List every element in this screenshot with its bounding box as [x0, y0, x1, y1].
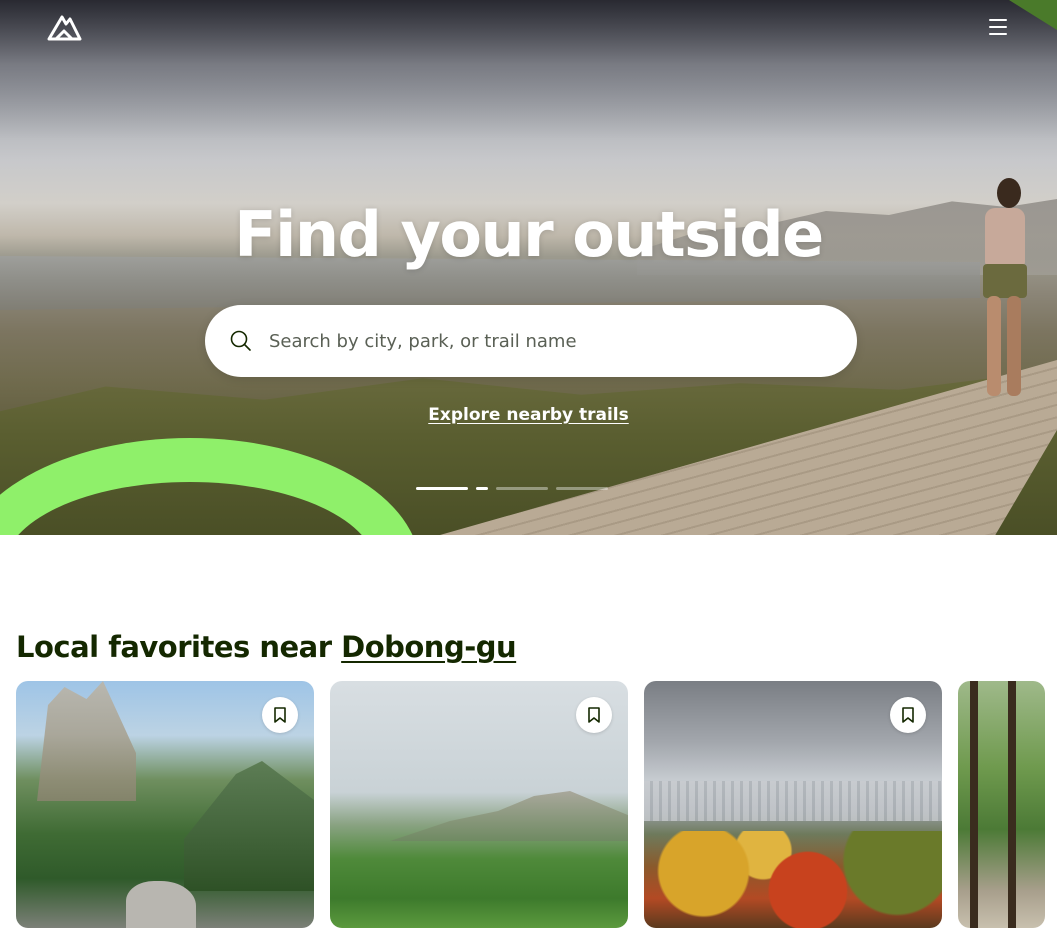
carousel-indicator [416, 487, 608, 490]
hamburger-menu-icon[interactable] [985, 16, 1011, 38]
search-bar[interactable] [205, 305, 857, 377]
trail-card-4[interactable] [958, 681, 1045, 928]
carousel-dot-2[interactable] [476, 487, 488, 490]
bookmark-icon[interactable] [890, 697, 926, 733]
carousel-dot-4[interactable] [556, 487, 608, 490]
section-title-local-favorites: Local favorites near Dobong-gu [16, 630, 517, 664]
bookmark-icon[interactable] [576, 697, 612, 733]
explore-nearby-container: Explore nearby trails [0, 405, 1057, 425]
location-link[interactable]: Dobong-gu [341, 630, 517, 664]
hero-title: Find your outside [234, 198, 824, 271]
section-title-prefix: Local favorites near [16, 630, 342, 664]
alltrails-logo-icon[interactable] [46, 13, 82, 41]
trail-card-3[interactable] [644, 681, 942, 928]
carousel-dot-1[interactable] [416, 487, 468, 490]
carousel-dot-3[interactable] [496, 487, 548, 490]
hero-banner: Find your outside Explore nearby trails [0, 0, 1057, 535]
bookmark-icon[interactable] [262, 697, 298, 733]
trail-card-2[interactable] [330, 681, 628, 928]
trail-card-1[interactable] [16, 681, 314, 928]
search-icon [229, 329, 253, 353]
explore-nearby-trails-link[interactable]: Explore nearby trails [428, 405, 629, 425]
search-input[interactable] [269, 330, 829, 352]
